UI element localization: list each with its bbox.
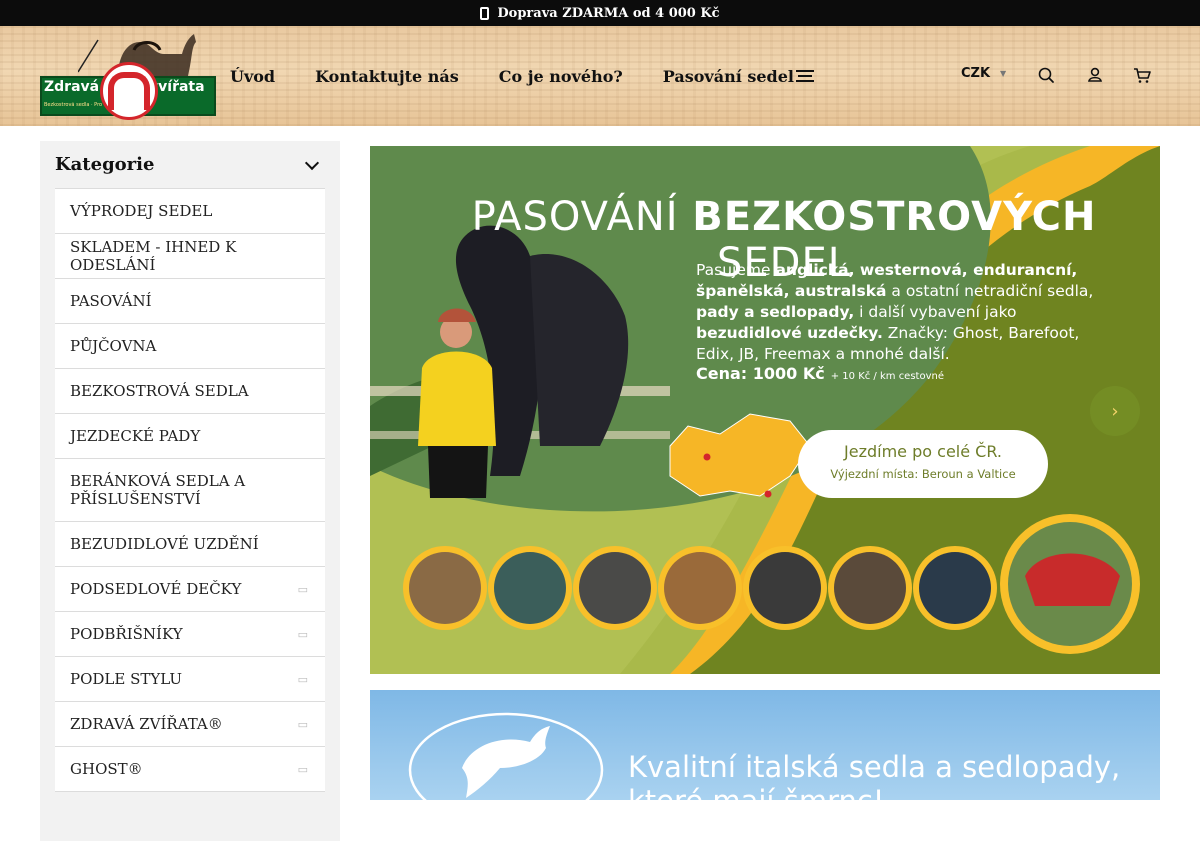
banner-text-bold: bezudidlové uzdečky. xyxy=(696,324,883,342)
banner-text-bold: pady a sedlopady, xyxy=(696,303,855,321)
category-label: ZDRAVÁ ZVÍŘATA® xyxy=(70,715,223,733)
price-label: Cena: 1000 Kč xyxy=(696,364,825,383)
banner-text: a ostatní netradiční sedla, xyxy=(886,282,1094,300)
category-item-zdrava-zvirata[interactable]: ZDRAVÁ ZVÍŘATA® ▭ xyxy=(55,702,325,747)
category-label: PŮJČOVNA xyxy=(70,337,157,355)
expand-icon[interactable]: ▭ xyxy=(298,718,308,731)
truck-icon xyxy=(480,6,490,20)
category-item-clearance[interactable]: VÝPRODEJ SEDEL xyxy=(55,189,325,234)
category-item-bitless-bridles[interactable]: BEZUDIDLOVÉ UZDĚNÍ xyxy=(55,522,325,567)
category-label: JEZDECKÉ PADY xyxy=(70,427,201,445)
banner-text: Pasujeme xyxy=(696,261,776,279)
shipping-banner: Doprava ZDARMA od 4 000 Kč xyxy=(0,0,1200,26)
category-item-sheepskin-saddles[interactable]: BERÁNKOVÁ SEDLA A PŘÍSLUŠENSTVÍ xyxy=(55,459,325,522)
category-title: Kategorie xyxy=(55,154,155,175)
banner2-headline: Kvalitní italská sedla a sedlopady, kter… xyxy=(628,750,1120,800)
price-note: + 10 Kč / km cestovné xyxy=(830,371,944,382)
banner-text: i další vybavení jako xyxy=(854,303,1017,321)
nav-link-saddle-fitting[interactable]: Pasování sedel xyxy=(663,67,794,86)
category-item-in-stock[interactable]: SKLADEM - IHNED K ODESLÁNÍ xyxy=(55,234,325,279)
category-label: SKLADEM - IHNED K ODESLÁNÍ xyxy=(70,238,237,274)
expand-icon[interactable]: ▭ xyxy=(298,583,308,596)
currency-label: CZK xyxy=(961,66,991,81)
user-icon[interactable] xyxy=(1084,64,1106,86)
category-label: BERÁNKOVÁ SEDLA A PŘÍSLUŠENSTVÍ xyxy=(70,472,246,508)
nav-link-contact[interactable]: Kontaktujte nás xyxy=(315,67,459,86)
category-sidebar: Kategorie VÝPRODEJ SEDEL SKLADEM - IHNED… xyxy=(40,141,340,841)
chevron-down-icon: ▼ xyxy=(1000,69,1007,78)
category-label: PODSEDLOVÉ DEČKY xyxy=(70,580,242,598)
currency-selector[interactable]: CZK ▼ xyxy=(961,66,1006,81)
main-nav: Úvod Kontaktujte nás Co je nového? Pasov… xyxy=(230,26,794,126)
category-header[interactable]: Kategorie xyxy=(55,141,325,189)
category-item-ghost[interactable]: GHOST® ▭ xyxy=(55,747,325,792)
nav-link-news[interactable]: Co je nového? xyxy=(499,67,623,86)
category-item-by-style[interactable]: PODLE STYLU ▭ xyxy=(55,657,325,702)
banner-coverage-pill: Jezdíme po celé ČR. Výjezdní místa: Bero… xyxy=(798,430,1048,498)
banner-title-bold: BEZKOSTROVÝCH xyxy=(692,194,1097,240)
banner-price: Cena: 1000 Kč + 10 Kč / km cestovné xyxy=(696,364,944,383)
category-item-fitting[interactable]: PASOVÁNÍ xyxy=(55,279,325,324)
category-item-rental[interactable]: PŮJČOVNA xyxy=(55,324,325,369)
slider-next-button[interactable]: › xyxy=(1090,386,1140,436)
search-icon[interactable] xyxy=(1035,64,1057,86)
category-item-saddle-pads[interactable]: PODSEDLOVÉ DEČKY ▭ xyxy=(55,567,325,612)
category-label: BEZUDIDLOVÉ UZDĚNÍ xyxy=(70,535,259,553)
hero-banner-saddle-fitting[interactable]: PASOVÁNÍ BEZKOSTROVÝCH SEDEL Pasujeme an… xyxy=(370,146,1160,674)
nav-link-home[interactable]: Úvod xyxy=(230,67,275,86)
logo-word-1: Zdravá xyxy=(44,79,100,95)
category-label: PASOVÁNÍ xyxy=(70,292,152,310)
banner-title-part: PASOVÁNÍ xyxy=(471,194,679,240)
coverage-line-2: Výjezdní místa: Beroun a Valtice xyxy=(830,467,1016,481)
chevron-down-icon xyxy=(304,155,320,170)
hero-banner-italian-saddles[interactable]: Kvalitní italská sedla a sedlopady, kter… xyxy=(370,690,1160,800)
site-logo[interactable]: Zdravá zvířata Bezkostrová sedla · Pro r… xyxy=(40,32,218,122)
category-item-girths[interactable]: PODBŘIŠNÍKY ▭ xyxy=(55,612,325,657)
banner-description: Pasujeme anglická, westernová, endurancn… xyxy=(696,260,1116,365)
category-label: PODBŘIŠNÍKY xyxy=(70,625,183,643)
chevron-right-icon: › xyxy=(1111,400,1119,422)
shipping-text: Doprava ZDARMA od 4 000 Kč xyxy=(497,5,720,21)
category-item-riding-pads[interactable]: JEZDECKÉ PADY xyxy=(55,414,325,459)
category-label: GHOST® xyxy=(70,760,143,778)
expand-icon[interactable]: ▭ xyxy=(298,673,308,686)
menu-icon[interactable] xyxy=(796,70,814,82)
horseshoe-icon xyxy=(100,62,158,120)
category-label: BEZKOSTROVÁ SEDLA xyxy=(70,382,249,400)
coverage-line-1: Jezdíme po celé ČR. xyxy=(844,442,1002,461)
expand-icon[interactable]: ▭ xyxy=(298,763,308,776)
category-label: PODLE STYLU xyxy=(70,670,183,688)
category-item-treeless-saddles[interactable]: BEZKOSTROVÁ SEDLA xyxy=(55,369,325,414)
site-header: Zdravá zvířata Bezkostrová sedla · Pro r… xyxy=(0,26,1200,126)
cart-icon[interactable] xyxy=(1131,64,1153,86)
expand-icon[interactable]: ▭ xyxy=(298,628,308,641)
headline-line-1: Kvalitní italská sedla a sedlopady, xyxy=(628,750,1121,784)
logo-word-2: zvířata xyxy=(150,79,205,95)
headline-line-2: které mají šmrnc! xyxy=(628,784,1120,800)
category-label: VÝPRODEJ SEDEL xyxy=(70,202,213,220)
